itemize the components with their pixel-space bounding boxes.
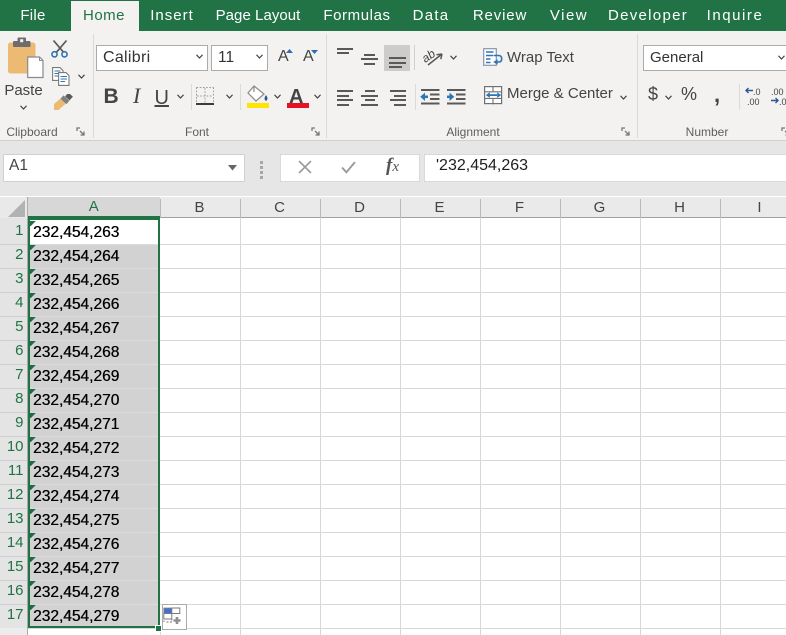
svg-text:.0: .0 [779, 97, 786, 106]
svg-text:.00: .00 [747, 97, 760, 106]
svg-text:.00: .00 [771, 87, 784, 97]
svg-text:.0: .0 [753, 87, 761, 97]
